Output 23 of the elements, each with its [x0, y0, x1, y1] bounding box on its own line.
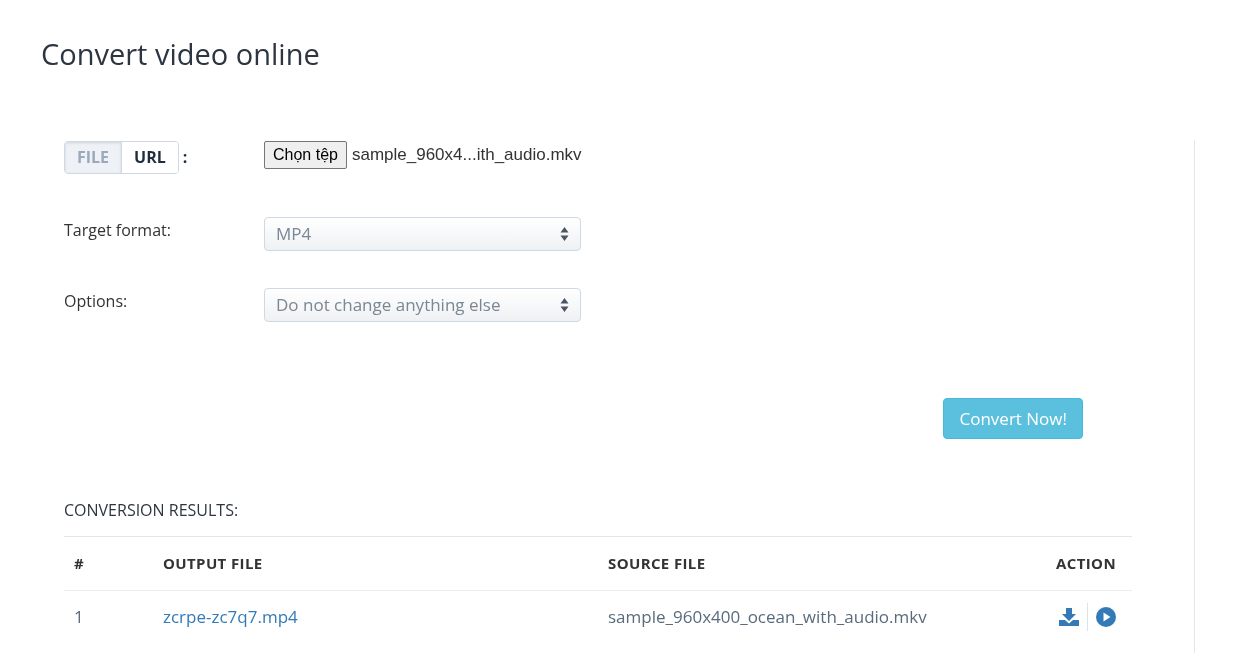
row-number: 1	[73, 604, 85, 630]
colon-label: :	[182, 145, 188, 169]
field-label: Options:	[64, 289, 129, 314]
output-file-link[interactable]: zcrpe-zc7q7.mp4	[163, 604, 608, 630]
sort-caret-icon	[560, 297, 569, 313]
source-tab[interactable]: FILE	[65, 141, 122, 173]
page-title: Convert video online	[41, 33, 320, 75]
column-header: ACTION	[1055, 552, 1117, 575]
download-icon[interactable]	[1059, 608, 1079, 626]
choose-file-button[interactable]: Chọn tệp	[264, 141, 347, 169]
file-name: sample_960x4...ith_audio.mkv	[351, 144, 582, 167]
column-header: #	[73, 552, 86, 575]
source-file-name: sample_960x400_ocean_with_audio.mkv	[608, 604, 928, 630]
column-header: OUTPUT FILE	[163, 552, 264, 575]
select-field[interactable]: MP4	[264, 217, 581, 251]
sort-caret-icon	[560, 226, 569, 242]
column-header: SOURCE FILE	[608, 552, 707, 575]
section-heading: CONVERSION RESULTS:	[64, 498, 240, 522]
select-field[interactable]: Do not change anything else	[264, 288, 581, 322]
field-label: Target format:	[64, 218, 172, 243]
convert-button[interactable]: Convert Now!	[943, 398, 1083, 439]
source-tab[interactable]: URL	[121, 141, 178, 173]
play-icon[interactable]	[1096, 607, 1116, 627]
